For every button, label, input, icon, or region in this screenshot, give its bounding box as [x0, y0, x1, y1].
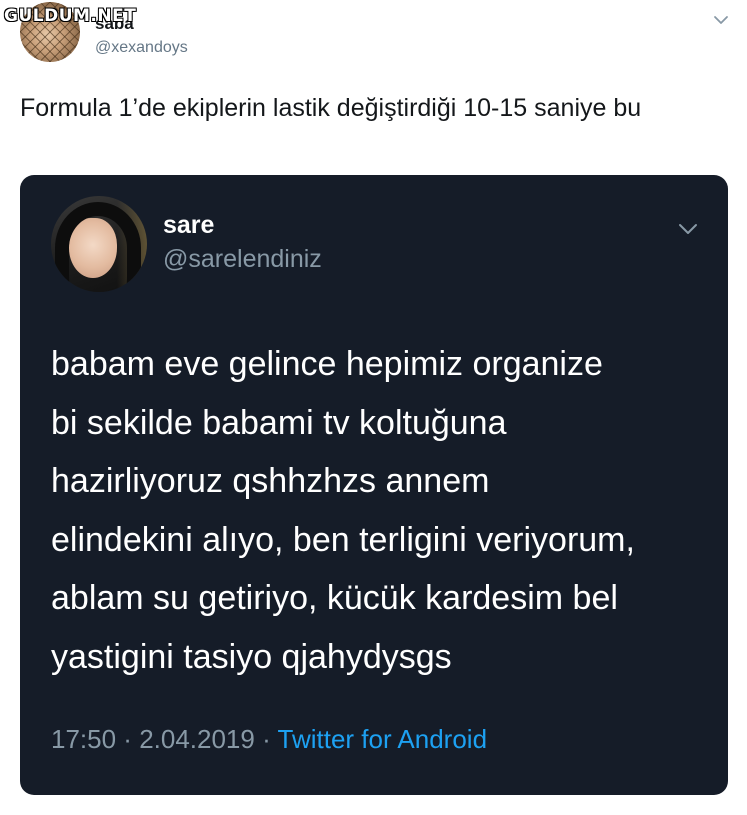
tweet-date[interactable]: 2.04.2019: [139, 724, 255, 754]
chevron-down-icon[interactable]: [676, 217, 700, 241]
tweet-line: hazirliyoruz qshhzhzs annem: [51, 462, 490, 500]
tweet-metadata: 17:50 · 2.04.2019 · Twitter for Android: [51, 724, 487, 755]
tweet-line: ablam su getiriyo, kücük kardesim bel: [51, 579, 618, 617]
watermark-logo: GULDUM.NET: [4, 6, 137, 26]
tweet-line: elindekini alıyo, ben terligini veriyoru…: [51, 520, 635, 559]
separator: ·: [116, 724, 140, 754]
user-handle[interactable]: @xexandoys: [95, 39, 188, 57]
separator: ·: [254, 724, 278, 754]
tweet-text: Formula 1’de ekiplerin lastik değiştirdi…: [20, 94, 642, 122]
chevron-down-icon[interactable]: [711, 10, 731, 30]
quoted-avatar[interactable]: [51, 196, 147, 292]
tweet-line: yastigini tasiyo qjahydysgs: [51, 637, 452, 676]
tweet-time[interactable]: 17:50: [51, 724, 116, 754]
quoted-user-handle[interactable]: @sarelendiniz: [163, 245, 322, 274]
quoted-display-name[interactable]: sare: [163, 211, 214, 240]
avatar-scarf: [55, 202, 141, 292]
tweet-source-link[interactable]: Twitter for Android: [278, 724, 488, 754]
tweet-line: babam eve gelince hepimiz organize: [51, 345, 603, 383]
quoted-tweet-card: sare @sarelendiniz babam eve gelince hep…: [20, 175, 728, 795]
quoted-tweet-text: babam eve gelince hepimiz organize bi se…: [51, 335, 701, 686]
tweet-line: bi sekilde babami tv koltuğuna: [51, 403, 507, 442]
